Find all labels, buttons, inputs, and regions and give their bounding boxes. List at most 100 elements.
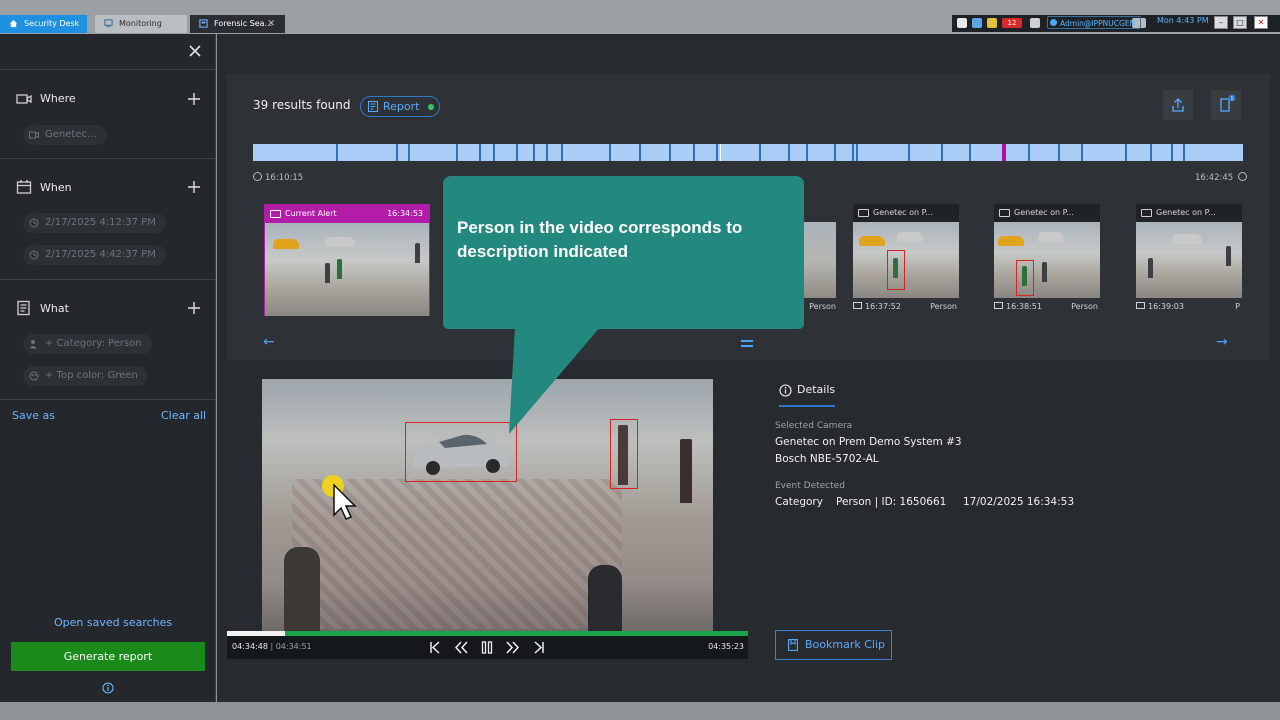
- timeline-marker[interactable]: [336, 144, 338, 161]
- timeline-marker[interactable]: [1171, 144, 1173, 161]
- timeline-marker[interactable]: [806, 144, 808, 161]
- timeline-marker[interactable]: [669, 144, 671, 161]
- when-title: When: [40, 181, 72, 194]
- thumbnail-type: Person: [1071, 302, 1098, 311]
- timeline-marker[interactable]: [1150, 144, 1152, 161]
- tab-monitoring[interactable]: Monitoring: [95, 15, 187, 33]
- app-icon[interactable]: [957, 18, 967, 28]
- person: [618, 425, 628, 485]
- window-icon[interactable]: [972, 18, 982, 28]
- skip-start-icon[interactable]: [427, 640, 443, 655]
- thumbnail-header: Genetec on P...: [994, 204, 1100, 222]
- timeline-marker[interactable]: [716, 144, 718, 161]
- timeline-marker[interactable]: [1125, 144, 1127, 161]
- notifications-badge[interactable]: 12: [1002, 18, 1022, 28]
- pause-icon[interactable]: [479, 640, 495, 655]
- timeline-marker[interactable]: [1081, 144, 1083, 161]
- thumbnail-image: [1136, 222, 1242, 298]
- people-icon: [29, 340, 37, 349]
- current-alert-thumbnail[interactable]: Current Alert 16:34:53: [264, 204, 430, 316]
- tab-security-desk[interactable]: Security Desk: [0, 15, 87, 33]
- report-button[interactable]: Report: [360, 96, 440, 117]
- results-timeline[interactable]: [253, 144, 1243, 161]
- device-button[interactable]: 1: [1211, 90, 1241, 120]
- timeline-marker[interactable]: [493, 144, 495, 161]
- timeline-marker[interactable]: [759, 144, 761, 161]
- info-icon: [779, 384, 792, 397]
- camera-model: Bosch NBE-5702-AL: [775, 453, 879, 465]
- timeline-marker[interactable]: [546, 144, 548, 161]
- previous-arrow-icon[interactable]: ←: [263, 334, 275, 350]
- timeline-marker[interactable]: [639, 144, 641, 161]
- thumbnail-time: 16:38:51: [1006, 302, 1042, 311]
- volume-icon[interactable]: [1030, 18, 1040, 28]
- where-chip[interactable]: Genetec...: [23, 125, 107, 145]
- info-icon[interactable]: [102, 682, 114, 694]
- timeline-marker[interactable]: [856, 144, 858, 161]
- clock-icon: [29, 218, 39, 228]
- detected-car: [405, 422, 517, 482]
- timeline-marker[interactable]: [908, 144, 910, 161]
- chip-label: Genetec...: [45, 129, 97, 140]
- timeline-marker[interactable]: [1028, 144, 1030, 161]
- resize-handle-icon[interactable]: [741, 340, 753, 347]
- close-icon[interactable]: [186, 42, 204, 60]
- alarm-icon[interactable]: [987, 18, 997, 28]
- timeline-marker[interactable]: [479, 144, 481, 161]
- timeline-marker[interactable]: [533, 144, 535, 161]
- timeline-marker[interactable]: [516, 144, 518, 161]
- person: [893, 258, 898, 278]
- generate-report-button[interactable]: Generate report: [11, 642, 205, 671]
- timeline-cursor[interactable]: [720, 144, 721, 161]
- timeline-marker[interactable]: [609, 144, 611, 161]
- timeline-marker[interactable]: [1183, 144, 1185, 161]
- minimize-button[interactable]: –: [1214, 16, 1228, 29]
- timeline-marker[interactable]: [408, 144, 410, 161]
- user-account[interactable]: Admin@IPPNUCGEN: [1047, 16, 1142, 29]
- timeline-marker[interactable]: [561, 144, 563, 161]
- bookmark-clip-button[interactable]: Bookmark Clip: [775, 630, 892, 660]
- thumbnail-image: [853, 222, 959, 298]
- add-when-icon[interactable]: [186, 179, 202, 195]
- when-end-chip[interactable]: 2/17/2025 4:42:37 PM: [23, 245, 166, 265]
- next-arrow-icon[interactable]: →: [1216, 334, 1228, 350]
- save-as-link[interactable]: Save as: [12, 409, 55, 422]
- close-tab-icon[interactable]: ✕: [267, 15, 275, 33]
- result-thumbnail[interactable]: Genetec on P... 16:38:51 Person: [994, 204, 1100, 316]
- add-where-icon[interactable]: [186, 91, 202, 107]
- open-saved-searches-link[interactable]: Open saved searches: [54, 616, 172, 629]
- rewind-icon[interactable]: [453, 640, 469, 655]
- result-thumbnail[interactable]: Genetec on P... 16:37:52 Person: [853, 204, 959, 316]
- video-player[interactable]: [262, 379, 713, 632]
- timeline-marker[interactable]: [969, 144, 971, 161]
- timeline-marker[interactable]: [456, 144, 458, 161]
- maximize-button[interactable]: □: [1233, 16, 1247, 29]
- color-chip[interactable]: + Top color: Green: [23, 366, 148, 386]
- timeline-marker[interactable]: [852, 144, 854, 161]
- details-tab[interactable]: Details: [779, 383, 835, 407]
- add-what-icon[interactable]: [186, 300, 202, 316]
- taxi: [859, 236, 885, 246]
- timeline-marker[interactable]: [941, 144, 943, 161]
- timeline-marker[interactable]: [693, 144, 695, 161]
- person: [1226, 246, 1231, 266]
- result-thumbnail[interactable]: Genetec on P... 16:39:03 P: [1136, 204, 1242, 316]
- category-chip[interactable]: + Category: Person: [23, 334, 152, 354]
- chip-label: 2/17/2025 4:12:37 PM: [45, 217, 156, 228]
- timeline-marker[interactable]: [1058, 144, 1060, 161]
- thumbnail-type: Person: [930, 302, 957, 311]
- car: [1172, 234, 1202, 244]
- skip-end-icon[interactable]: [531, 640, 547, 655]
- timeline-marker[interactable]: [396, 144, 398, 161]
- timeline-marker[interactable]: [834, 144, 836, 161]
- close-window-button[interactable]: ✕: [1254, 16, 1268, 29]
- when-start-chip[interactable]: 2/17/2025 4:12:37 PM: [23, 213, 166, 233]
- timeline-alert-marker[interactable]: [1002, 144, 1006, 161]
- fast-forward-icon[interactable]: [505, 640, 521, 655]
- clear-all-link[interactable]: Clear all: [161, 409, 206, 422]
- thumbnail-image: [265, 223, 429, 316]
- timeline-marker[interactable]: [788, 144, 790, 161]
- export-button[interactable]: [1163, 90, 1193, 120]
- tab-forensic-search[interactable]: Forensic Sea... ✕: [190, 15, 285, 33]
- tab-label: Monitoring: [119, 19, 162, 28]
